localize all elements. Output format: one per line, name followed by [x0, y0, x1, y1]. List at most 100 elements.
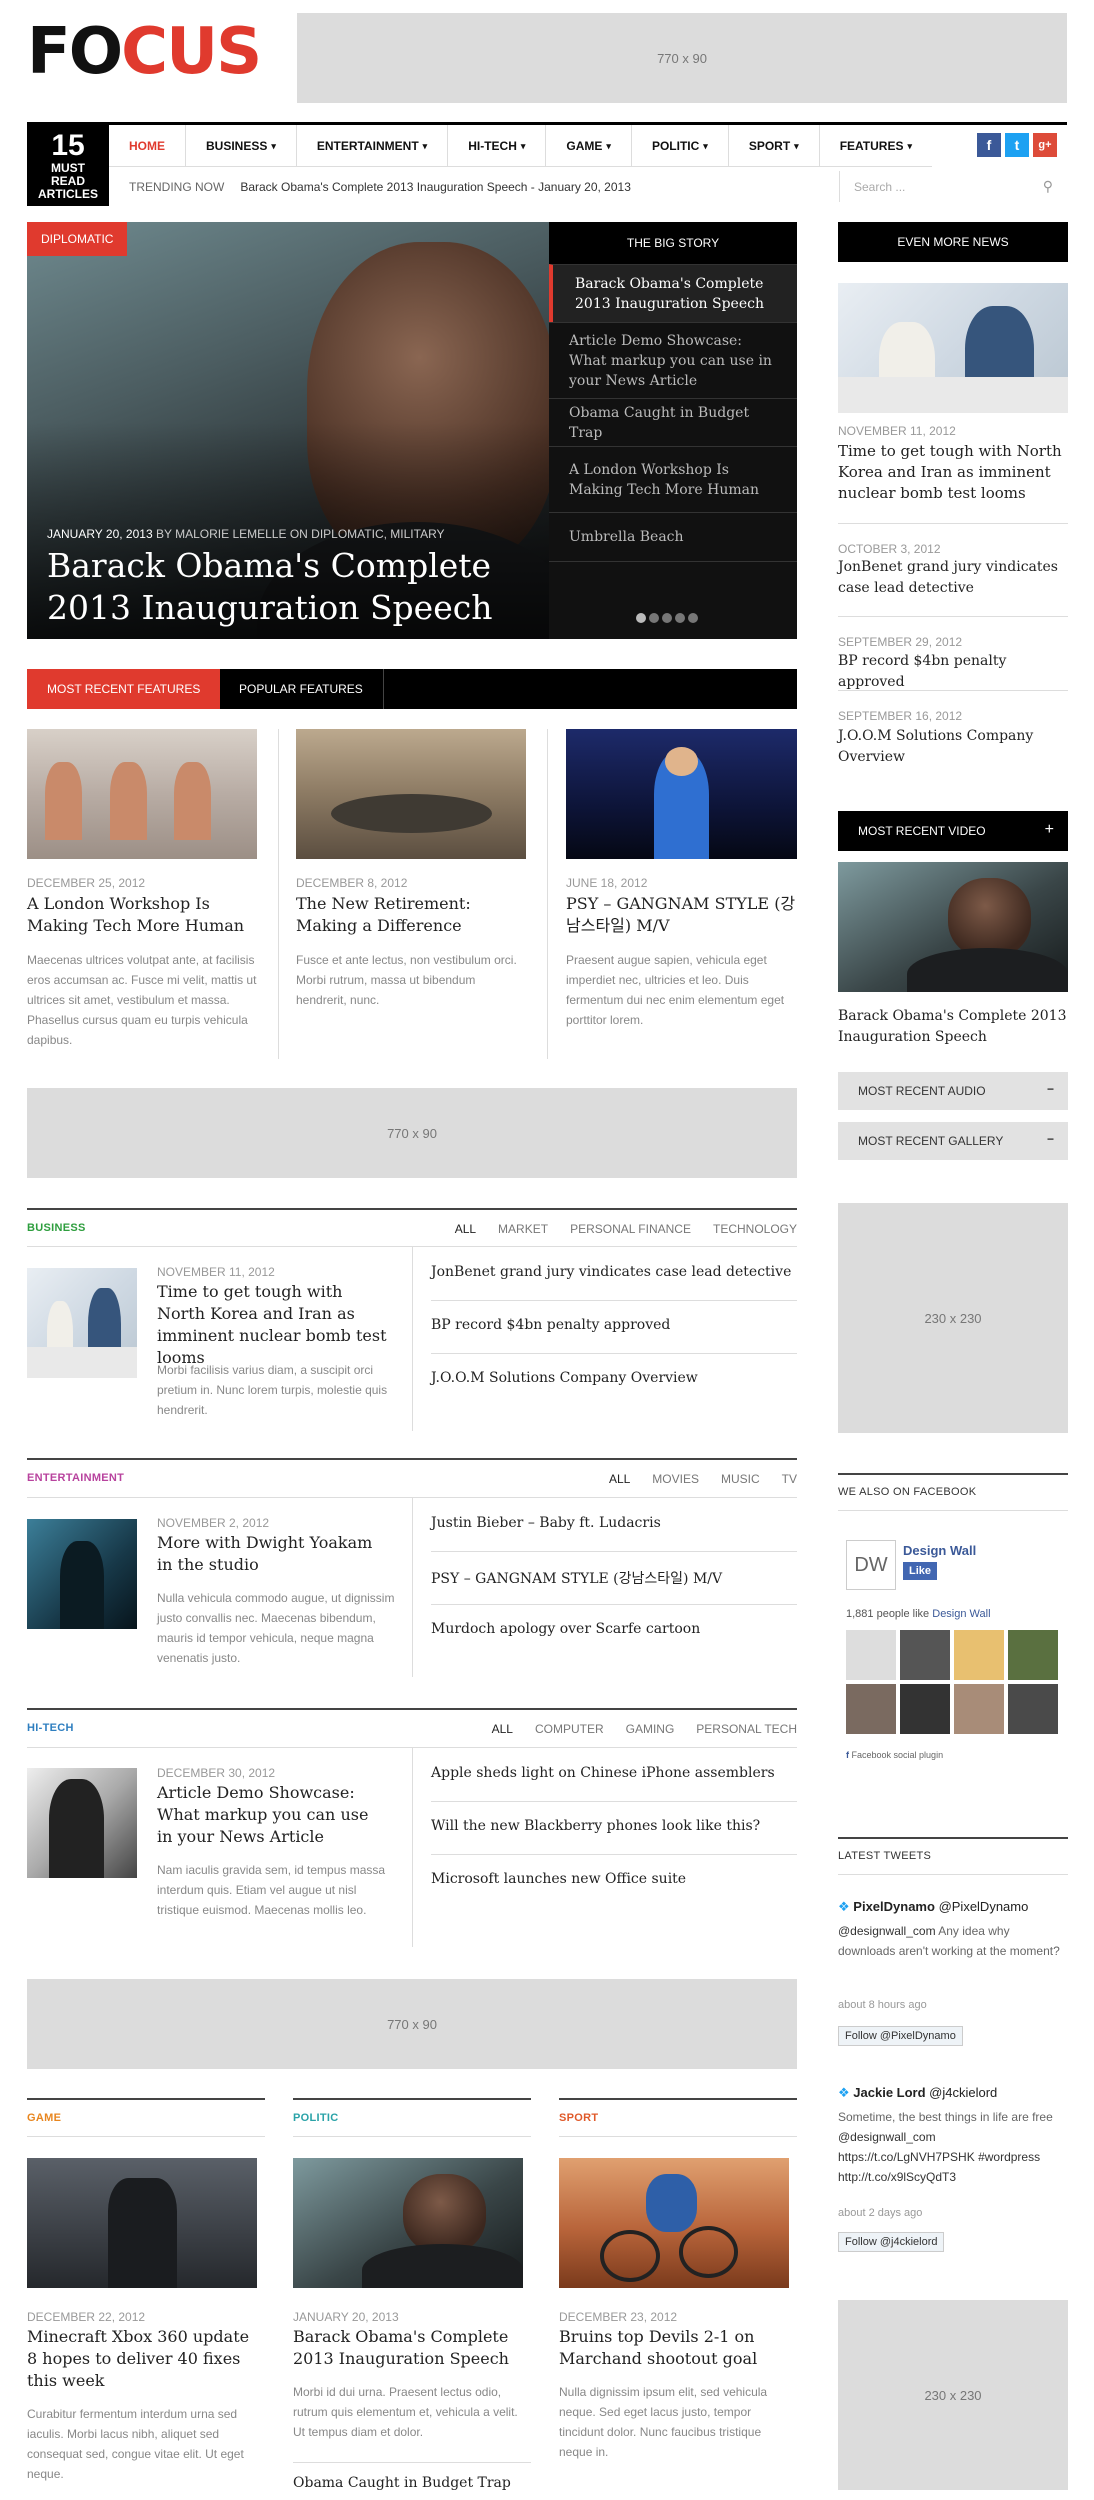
trending-link[interactable]: Barack Obama's Complete 2013 Inauguratio…	[240, 180, 631, 194]
side-news-title[interactable]: Time to get tough with North Korea and I…	[838, 441, 1068, 504]
article-title[interactable]: Time to get tough with North Korea and I…	[157, 1281, 387, 1369]
section-title-entertainment[interactable]: ENTERTAINMENT	[27, 1472, 124, 1484]
menu-item-hitech[interactable]: HI-TECH ▾	[448, 125, 547, 167]
feature-title[interactable]: The New Retirement: Making a Difference	[296, 893, 526, 937]
article-link[interactable]: Microsoft launches new Office suite	[431, 1871, 797, 1887]
minus-icon[interactable]: −	[1047, 1132, 1054, 1146]
menu-item-home[interactable]: HOME	[109, 125, 186, 167]
fan-avatar[interactable]	[1008, 1630, 1058, 1680]
tweet-mention[interactable]: @designwall_com	[838, 1924, 936, 1938]
hero-categories[interactable]: DIPLOMATIC, MILITARY	[311, 527, 444, 541]
politic-image[interactable]	[293, 2158, 523, 2288]
side-news-title[interactable]: J.O.O.M Solutions Company Overview	[838, 726, 1068, 768]
mid-ad-1[interactable]: 770 x 90	[27, 1088, 797, 1178]
sport-image[interactable]	[559, 2158, 789, 2288]
tweet-author[interactable]: ❖ Jackie Lord @j4ckielord	[838, 2085, 997, 2101]
menu-item-business[interactable]: BUSINESS ▾	[186, 125, 297, 167]
big-story-item[interactable]: Obama Caught in Budget Trap	[549, 398, 797, 446]
article-link[interactable]: BP record $4bn penalty approved	[431, 1317, 797, 1333]
tweet-link[interactable]: https://t.co/LgNVH7PSHK	[838, 2150, 975, 2164]
follow-button[interactable]: Follow @PixelDynamo	[838, 2026, 963, 2046]
section-title-sport[interactable]: SPORT	[559, 2112, 598, 2124]
game-image[interactable]	[27, 2158, 257, 2288]
tab-tv[interactable]: TV	[782, 1472, 797, 1486]
business-image[interactable]	[27, 1268, 137, 1378]
menu-item-sport[interactable]: SPORT ▾	[729, 125, 820, 167]
fb-count-link[interactable]: Design Wall	[932, 1608, 990, 1620]
tab-personal-finance[interactable]: PERSONAL FINANCE	[570, 1222, 691, 1236]
feature-image[interactable]	[566, 729, 797, 859]
article-title[interactable]: More with Dwight Yoakam in the studio	[157, 1532, 387, 1576]
minus-icon[interactable]: −	[1047, 1082, 1054, 1096]
fan-avatar[interactable]	[900, 1684, 950, 1734]
menu-item-entertainment[interactable]: ENTERTAINMENT ▾	[297, 125, 449, 167]
tab-most-recent-features[interactable]: MOST RECENT FEATURES	[27, 669, 221, 709]
side-news-title[interactable]: JonBenet grand jury vindicates case lead…	[838, 557, 1068, 599]
big-story-item[interactable]: Barack Obama's Complete 2013 Inauguratio…	[549, 264, 797, 322]
fan-avatar[interactable]	[900, 1630, 950, 1680]
facebook-icon[interactable]: f	[977, 133, 1001, 157]
slider-dot[interactable]	[649, 613, 659, 623]
mid-ad-2[interactable]: 770 x 90	[27, 1979, 797, 2069]
fan-avatar[interactable]	[1008, 1684, 1058, 1734]
fan-avatar[interactable]	[846, 1684, 896, 1734]
tab-technology[interactable]: TECHNOLOGY	[713, 1222, 797, 1236]
follow-button[interactable]: Follow @j4ckielord	[838, 2232, 945, 2252]
tab-music[interactable]: MUSIC	[721, 1472, 760, 1486]
most-recent-gallery-toggle[interactable]: MOST RECENT GALLERY −	[838, 1122, 1068, 1160]
section-title-game[interactable]: GAME	[27, 2112, 61, 2124]
article-title[interactable]: Barack Obama's Complete 2013 Inauguratio…	[293, 2326, 523, 2370]
plus-icon[interactable]: +	[1045, 821, 1054, 839]
must-read-box[interactable]: 15 MUST READ ARTICLES	[27, 125, 109, 206]
site-logo[interactable]: FOCUS	[27, 20, 262, 84]
fan-avatar[interactable]	[954, 1630, 1004, 1680]
hero-title[interactable]: Barack Obama's Complete 2013 Inauguratio…	[47, 545, 527, 629]
tweet-time[interactable]: about 8 hours ago	[838, 1999, 927, 2011]
search-icon[interactable]: ⚲	[1043, 178, 1053, 195]
slider-dot[interactable]	[636, 613, 646, 623]
tab-market[interactable]: MARKET	[498, 1222, 548, 1236]
design-wall-logo[interactable]: DW	[846, 1540, 896, 1590]
hero-category-badge[interactable]: DIPLOMATIC	[27, 222, 128, 256]
video-thumbnail[interactable]	[838, 862, 1068, 992]
header-ad[interactable]: 770 x 90	[297, 13, 1067, 103]
article-title[interactable]: Minecraft Xbox 360 update 8 hopes to del…	[27, 2326, 257, 2392]
video-title[interactable]: Barack Obama's Complete 2013 Inauguratio…	[838, 1006, 1068, 1048]
article-title[interactable]: Article Demo Showcase: What markup you c…	[157, 1782, 387, 1848]
fb-social-plugin[interactable]: f Facebook social plugin	[846, 1750, 943, 1760]
most-recent-video-heading[interactable]: MOST RECENT VIDEO +	[838, 811, 1068, 851]
big-story-item[interactable]: Umbrella Beach	[549, 512, 797, 562]
tab-gaming[interactable]: GAMING	[626, 1722, 675, 1736]
feature-image[interactable]	[296, 729, 526, 859]
feature-title[interactable]: A London Workshop Is Making Tech More Hu…	[27, 893, 257, 937]
side-news-image[interactable]	[838, 283, 1068, 413]
side-news-title[interactable]: BP record $4bn penalty approved	[838, 651, 1068, 693]
section-title-politic[interactable]: POLITIC	[293, 2112, 339, 2124]
fan-avatar[interactable]	[954, 1684, 1004, 1734]
article-link[interactable]: Apple sheds light on Chinese iPhone asse…	[431, 1765, 797, 1781]
slider-dot[interactable]	[688, 613, 698, 623]
tweet-author[interactable]: ❖ PixelDynamo @PixelDynamo	[838, 1899, 1028, 1915]
section-title-hitech[interactable]: HI-TECH	[27, 1722, 74, 1734]
hitech-image[interactable]	[27, 1768, 137, 1878]
article-link[interactable]: Justin Bieber – Baby ft. Ludacris	[431, 1515, 797, 1531]
tweet-hashtag[interactable]: #wordpress	[978, 2150, 1040, 2164]
slider-dot[interactable]	[675, 613, 685, 623]
section-title-business[interactable]: BUSINESS	[27, 1222, 86, 1234]
tweet-link[interactable]: http://t.co/x9lScyQdT3	[838, 2170, 956, 2184]
search-input[interactable]: Search ... ⚲	[839, 171, 1067, 202]
article-link[interactable]: J.O.O.M Solutions Company Overview	[431, 1370, 797, 1386]
google-plus-icon[interactable]: g+	[1033, 133, 1057, 157]
article-link[interactable]: Will the new Blackberry phones look like…	[431, 1818, 797, 1834]
article-link[interactable]: Obama Caught in Budget Trap	[293, 2475, 531, 2491]
tab-movies[interactable]: MOVIES	[652, 1472, 699, 1486]
menu-item-game[interactable]: GAME ▾	[546, 125, 632, 167]
article-link[interactable]: Murdoch apology over Scarfe cartoon	[431, 1621, 797, 1637]
side-ad-1[interactable]: 230 x 230	[838, 1203, 1068, 1433]
tab-all[interactable]: ALL	[455, 1222, 476, 1236]
entertainment-image[interactable]	[27, 1519, 137, 1629]
article-link[interactable]: PSY – GANGNAM STYLE (강남스타일) M/V	[431, 1568, 797, 1588]
fb-page-name[interactable]: Design Wall	[903, 1543, 976, 1558]
fan-avatar[interactable]	[846, 1630, 896, 1680]
slider-dot[interactable]	[662, 613, 672, 623]
